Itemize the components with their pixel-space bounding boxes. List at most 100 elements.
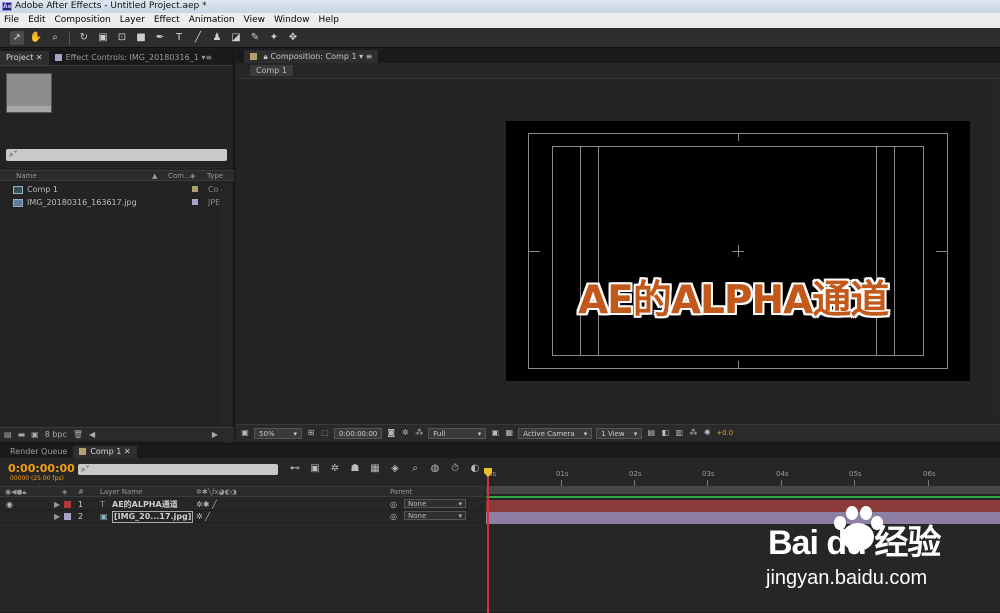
current-time-indicator[interactable]	[487, 468, 489, 613]
channel-rgb-icon[interactable]: ⁂	[414, 428, 424, 438]
view-layout-dropdown[interactable]: 1 View ▾	[596, 427, 643, 439]
magnification-dropdown[interactable]: 50% ▾	[254, 427, 302, 439]
project-search-input[interactable]: ⌕˅	[6, 149, 227, 161]
tab-project[interactable]: Project ✕	[0, 51, 49, 65]
project-item-image[interactable]: IMG_20180316_163617.jpg JPE	[0, 196, 234, 209]
composition-text-layer[interactable]: AE的ALPHA通道	[578, 269, 889, 325]
snapshot-camera-icon[interactable]: ◙	[386, 428, 396, 438]
layer-label-color[interactable]	[64, 501, 71, 508]
layer-name[interactable]: [IMG_20...17.jpg]	[112, 511, 194, 523]
interpret-footage-icon[interactable]: ▤	[4, 430, 12, 439]
comp-flowchart-icon[interactable]: ⁂	[688, 428, 698, 438]
col-comment[interactable]: Com...	[168, 171, 191, 181]
col-name[interactable]: Name	[16, 171, 37, 181]
layer-label-color[interactable]	[64, 513, 71, 520]
timeline-timecode[interactable]: 0:00:00:00	[8, 462, 75, 475]
pan-behind-tool-icon[interactable]: ⊡	[115, 31, 129, 45]
pen-tool-icon[interactable]: ✒	[153, 31, 167, 45]
col-type[interactable]: Type	[207, 171, 223, 181]
graph-editor-icon[interactable]: ⌕	[408, 462, 422, 476]
scroll-right-icon[interactable]: ▶	[212, 430, 218, 439]
pick-whip-icon[interactable]: ◎	[390, 511, 397, 523]
type-tool-icon[interactable]: T	[172, 31, 186, 45]
layer-name[interactable]: AE的ALPHA通道	[112, 499, 178, 511]
region-of-interest-icon[interactable]: ▣	[490, 428, 500, 438]
timeline-search-input[interactable]: ⌕˅	[78, 464, 278, 475]
menu-help[interactable]: Help	[318, 13, 339, 28]
brush-tool-icon[interactable]: ╱	[191, 31, 205, 45]
comp-breadcrumb[interactable]: Comp 1	[250, 65, 293, 76]
work-area-bar[interactable]	[486, 486, 1000, 494]
layer-row[interactable]: ◉ ▶ 1 T AE的ALPHA通道 ✲✱ ╱ ◎ None ▾	[0, 499, 484, 511]
parent-dropdown[interactable]: None ▾	[404, 511, 466, 520]
selection-tool-icon[interactable]: ➚	[10, 30, 24, 45]
draft-3d-icon[interactable]: ✲	[328, 462, 342, 476]
scroll-left-icon[interactable]: ◀	[89, 430, 95, 439]
composition-scrollbar[interactable]	[990, 79, 998, 419]
trash-icon[interactable]: 🗑	[73, 430, 83, 439]
rectangle-tool-icon[interactable]: ■	[134, 31, 148, 45]
roto-brush-tool-icon[interactable]: ✎	[248, 31, 262, 45]
stopwatch-icon[interactable]: ⏱	[448, 462, 462, 476]
menu-edit[interactable]: Edit	[28, 13, 45, 28]
menu-composition[interactable]: Composition	[55, 13, 111, 28]
live-update-icon[interactable]: ▣	[308, 462, 322, 476]
camera-dropdown[interactable]: Active Camera ▾	[518, 427, 593, 439]
new-folder-icon[interactable]: ▬	[18, 430, 26, 439]
always-preview-icon[interactable]: ▣	[240, 428, 250, 438]
col-layer-name[interactable]: Layer Name	[100, 487, 142, 497]
comp-mini-flowchart-icon[interactable]: ⊷	[288, 462, 302, 476]
eraser-tool-icon[interactable]: ◪	[229, 31, 243, 45]
layer-switches[interactable]: ✲✱ ╱	[196, 499, 217, 511]
frame-blending-icon[interactable]: ▦	[368, 462, 382, 476]
project-item-comp[interactable]: Comp 1 Co ⁂	[0, 183, 234, 196]
zoom-tool-icon[interactable]: ⌕	[48, 31, 62, 45]
resolution-dropdown[interactable]: Full ▾	[428, 427, 487, 439]
col-hash[interactable]: #	[78, 487, 84, 497]
sort-arrow-icon[interactable]: ▲	[152, 171, 157, 181]
tab-render-queue[interactable]: Render Queue	[4, 446, 73, 458]
parent-dropdown[interactable]: None ▾	[404, 499, 466, 508]
menu-layer[interactable]: Layer	[120, 13, 145, 28]
label-tag-icon[interactable]: ◈	[190, 171, 195, 181]
menu-view[interactable]: View	[244, 13, 265, 28]
tab-comp-timeline[interactable]: Comp 1 ✕	[73, 446, 137, 458]
puppet-pin-tool-icon[interactable]: ✦	[267, 31, 281, 45]
mask-visibility-icon[interactable]: ⬚	[320, 428, 330, 438]
motion-blur-icon[interactable]: ◈	[388, 462, 402, 476]
hand-tool-icon[interactable]: ✋	[29, 31, 43, 45]
new-composition-icon[interactable]: ▣	[31, 430, 39, 439]
col-parent[interactable]: Parent	[390, 487, 412, 497]
axis-local-icon[interactable]: ✥	[286, 31, 300, 45]
bit-depth-label[interactable]: 8 bpc	[45, 430, 67, 439]
menu-window[interactable]: Window	[274, 13, 310, 28]
camera-tool-icon[interactable]: ▣	[96, 31, 110, 45]
composition-viewer[interactable]: AE的ALPHA通道	[506, 121, 970, 381]
transparency-grid-icon[interactable]: ▦	[504, 428, 514, 438]
render-preview-icon[interactable]: ◐	[468, 462, 482, 476]
brainstorm-icon[interactable]: ◍	[428, 462, 442, 476]
expand-arrow-icon[interactable]: ▶	[54, 511, 60, 523]
visibility-eye-icon[interactable]: ◉	[6, 499, 13, 511]
menu-file[interactable]: File	[4, 13, 19, 28]
toggle-pixel-aspect-icon[interactable]: ▤	[646, 428, 656, 438]
clone-stamp-tool-icon[interactable]: ♟	[210, 31, 224, 45]
show-snapshot-icon[interactable]: ✲	[400, 428, 410, 438]
expand-arrow-icon[interactable]: ▶	[54, 499, 60, 511]
exposure-reset-icon[interactable]: ✺	[702, 428, 712, 438]
tab-effect-controls[interactable]: Effect Controls: IMG_20180316_1 ▾≡	[49, 51, 218, 65]
fast-previews-icon[interactable]: ◧	[660, 428, 670, 438]
hide-shy-layers-icon[interactable]: ☗	[348, 462, 362, 476]
safe-zones-icon[interactable]: ⊞	[306, 428, 316, 438]
menu-effect[interactable]: Effect	[154, 13, 180, 28]
tab-composition[interactable]: 🔒︎ Composition: Comp 1 ▾ ≡	[244, 50, 379, 63]
timeline-toggle-icon[interactable]: ▥	[674, 428, 684, 438]
layer-row[interactable]: ▶ 2 ▣ [IMG_20...17.jpg] ✲ ╱ ◎ None ▾	[0, 511, 484, 523]
exposure-value[interactable]: +0.0	[716, 429, 733, 437]
menu-animation[interactable]: Animation	[189, 13, 235, 28]
current-time-display[interactable]: 0:00:00:00	[334, 427, 383, 439]
layer-switches[interactable]: ✲ ╱	[196, 511, 210, 523]
rotation-tool-icon[interactable]: ↻	[77, 31, 91, 45]
lock-icon[interactable]: 🔒︎	[264, 52, 268, 61]
pick-whip-icon[interactable]: ◎	[390, 499, 397, 511]
